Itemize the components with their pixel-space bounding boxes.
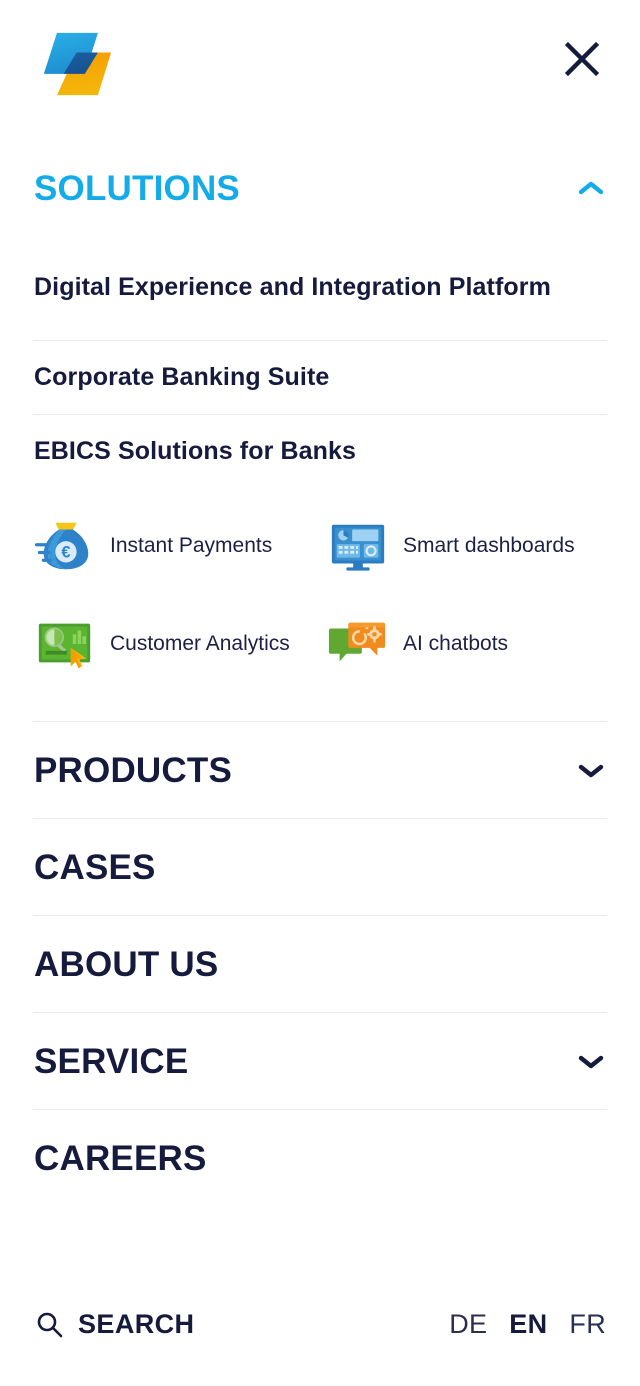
nav-item-label: PRODUCTS: [34, 753, 232, 788]
chevron-up-icon[interactable]: [576, 173, 606, 203]
language-option-en[interactable]: EN: [509, 1309, 547, 1340]
submenu-item-label: Corporate Banking Suite: [34, 361, 329, 394]
nav-item-products[interactable]: PRODUCTS: [0, 722, 640, 818]
nav-item-label: CASES: [34, 850, 156, 885]
search-label: SEARCH: [78, 1309, 194, 1340]
search-icon: [34, 1309, 64, 1339]
main-navigation: SOLUTIONS Digital Experience and Integra…: [0, 140, 640, 1206]
tile-label: Instant Payments: [110, 532, 272, 559]
close-icon: [563, 40, 601, 78]
tile-label: Customer Analytics: [110, 630, 290, 657]
nav-item-about-us[interactable]: ABOUT US: [0, 916, 640, 1012]
nav-item-service[interactable]: SERVICE: [0, 1013, 640, 1109]
nav-block-products: PRODUCTS: [0, 722, 640, 818]
nav-item-label: SOLUTIONS: [34, 171, 240, 206]
analytics-board-icon: [34, 613, 96, 675]
submenu-item-corporate-banking-suite[interactable]: Corporate Banking Suite: [0, 341, 640, 414]
svg-text:€: €: [61, 544, 70, 562]
monitor-dashboard-icon: [327, 515, 389, 577]
solutions-submenu: Digital Experience and Integration Platf…: [0, 236, 640, 488]
language-option-fr[interactable]: FR: [569, 1309, 606, 1340]
nav-item-label: SERVICE: [34, 1044, 188, 1079]
submenu-item-label: EBICS Solutions for Banks: [34, 435, 356, 468]
nav-item-label: CAREERS: [34, 1141, 207, 1176]
nav-block-about-us: ABOUT US: [0, 916, 640, 1012]
chat-bubbles-gear-icon: [327, 613, 389, 675]
tile-label: AI chatbots: [403, 630, 508, 657]
nav-block-service: SERVICE: [0, 1013, 640, 1109]
nav-item-solutions[interactable]: SOLUTIONS: [0, 140, 640, 236]
close-menu-button[interactable]: [554, 31, 610, 87]
nav-item-careers[interactable]: CAREERS: [0, 1110, 640, 1206]
language-switcher: DE EN FR: [449, 1309, 606, 1340]
nav-block-careers: CAREERS: [0, 1110, 640, 1206]
company-logo[interactable]: [34, 23, 116, 105]
money-bag-euro-icon: €: [34, 515, 96, 577]
tile-customer-analytics[interactable]: Customer Analytics: [34, 605, 327, 683]
mobile-menu-panel: SOLUTIONS Digital Experience and Integra…: [0, 0, 640, 1386]
nav-block-solutions: SOLUTIONS Digital Experience and Integra…: [0, 140, 640, 721]
tile-label: Smart dashboards: [403, 532, 575, 559]
search-button[interactable]: SEARCH: [34, 1309, 194, 1340]
submenu-item-label: Digital Experience and Integration Platf…: [34, 271, 551, 304]
solutions-feature-tiles: € Instant Payments: [0, 488, 640, 683]
tile-smart-dashboards[interactable]: Smart dashboards: [327, 507, 606, 585]
menu-footer: SEARCH DE EN FR: [0, 1262, 640, 1386]
nav-item-label: ABOUT US: [34, 947, 218, 982]
nav-block-cases: CASES: [0, 819, 640, 915]
chevron-down-icon[interactable]: [576, 755, 606, 785]
language-option-de[interactable]: DE: [449, 1309, 487, 1340]
tile-ai-chatbots[interactable]: AI chatbots: [327, 605, 606, 683]
chevron-down-icon[interactable]: [576, 1046, 606, 1076]
submenu-item-digital-experience[interactable]: Digital Experience and Integration Platf…: [0, 236, 640, 340]
nav-item-cases[interactable]: CASES: [0, 819, 640, 915]
menu-header: [0, 0, 640, 140]
tile-instant-payments[interactable]: € Instant Payments: [34, 507, 327, 585]
submenu-item-ebics-solutions[interactable]: EBICS Solutions for Banks: [0, 415, 640, 488]
tiles-spacer: [0, 683, 640, 721]
